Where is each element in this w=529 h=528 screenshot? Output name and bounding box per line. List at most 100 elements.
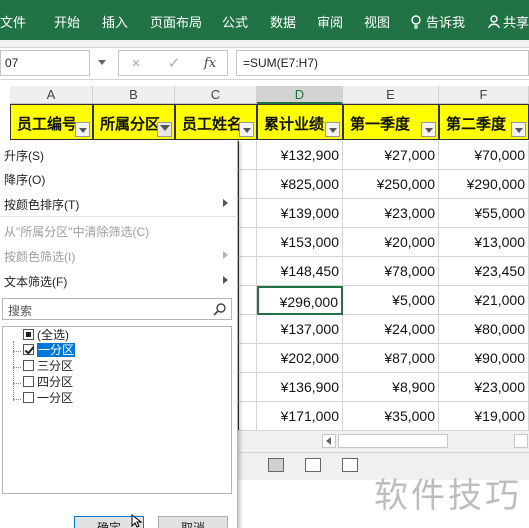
cell-d[interactable]: ¥825,000	[257, 170, 343, 199]
filter-dropdown-button[interactable]	[325, 122, 340, 137]
checkbox-unchecked[interactable]	[23, 392, 34, 403]
cell-e[interactable]: ¥5,000	[343, 286, 439, 315]
filter-active-button[interactable]	[157, 122, 172, 137]
cell-d[interactable]: ¥153,000	[257, 228, 343, 257]
tab-review[interactable]: 审阅	[317, 12, 343, 31]
checkbox-unchecked[interactable]	[23, 376, 34, 387]
header-cell-region[interactable]: 所属分区	[93, 104, 175, 140]
cell-d[interactable]: ¥171,000	[257, 402, 343, 431]
list-item[interactable]: 一分区	[23, 343, 76, 358]
cancel-formula-icon[interactable]: ×	[125, 55, 147, 73]
cell-e[interactable]: ¥20,000	[343, 228, 439, 257]
sort-descending-item[interactable]: 降序(O)	[4, 171, 45, 188]
header-cell-employee-name[interactable]: 员工姓名	[175, 104, 257, 140]
header-cell-employee-id[interactable]: 员工编号	[10, 104, 93, 140]
cell-d[interactable]: ¥136,900	[257, 373, 343, 402]
active-cell-d[interactable]: ¥296,000	[257, 286, 343, 315]
column-header-c[interactable]: C	[175, 86, 257, 104]
enter-formula-icon[interactable]: ✓	[163, 55, 185, 73]
ribbon-bar: 文件 开始 插入 页面布局 公式 数据 审阅 视图 告诉我 共享	[0, 0, 529, 40]
cell-c[interactable]	[238, 228, 257, 257]
cell-e[interactable]: ¥87,000	[343, 344, 439, 373]
column-header-d[interactable]: D	[257, 86, 343, 104]
cell-f[interactable]: ¥23,000	[439, 373, 529, 402]
cancel-button[interactable]: 取消	[158, 516, 228, 528]
cell-c[interactable]	[238, 315, 257, 344]
cell-c[interactable]	[238, 257, 257, 286]
filter-dropdown-button[interactable]	[75, 122, 90, 137]
cell-e[interactable]: ¥24,000	[343, 315, 439, 344]
tab-file[interactable]: 文件	[0, 12, 26, 31]
cell-e[interactable]: ¥23,000	[343, 199, 439, 228]
scrollbar-thumb[interactable]	[338, 434, 448, 448]
cell-e[interactable]: ¥250,000	[343, 170, 439, 199]
tab-home[interactable]: 开始	[54, 12, 80, 31]
cell-e[interactable]: ¥27,000	[343, 141, 439, 170]
cell-f[interactable]: ¥21,000	[439, 286, 529, 315]
scroll-left-icon[interactable]	[322, 434, 336, 448]
cell-c[interactable]	[238, 286, 257, 315]
cell-d[interactable]: ¥139,000	[257, 199, 343, 228]
cell-f[interactable]: ¥90,000	[439, 344, 529, 373]
scroll-right-icon[interactable]	[514, 434, 528, 448]
filter-by-color-item[interactable]: 按颜色筛选(I)	[4, 248, 75, 265]
checkbox-unchecked[interactable]	[23, 360, 34, 371]
column-header-b[interactable]: B	[93, 86, 175, 104]
checkbox-checked[interactable]	[23, 344, 34, 355]
filter-dropdown-button[interactable]	[239, 122, 254, 137]
cell-f[interactable]: ¥80,000	[439, 315, 529, 344]
name-box-dropdown-icon[interactable]	[98, 60, 106, 65]
cell-f[interactable]: ¥55,000	[439, 199, 529, 228]
share-button[interactable]: 共享	[488, 12, 529, 31]
column-header-e[interactable]: E	[343, 86, 439, 104]
filter-dropdown-button[interactable]	[421, 122, 436, 137]
tab-data[interactable]: 数据	[270, 12, 296, 31]
cell-d[interactable]: ¥137,000	[257, 315, 343, 344]
tab-formulas[interactable]: 公式	[222, 12, 248, 31]
list-item[interactable]: 三分区	[23, 360, 73, 374]
clear-filter-item[interactable]: 从"所属分区"中清除筛选(C)	[4, 223, 149, 240]
formula-input[interactable]: =SUM(E7:H7)	[236, 50, 529, 76]
cell-c[interactable]	[238, 373, 257, 402]
list-item-select-all[interactable]: (全选)	[23, 329, 69, 343]
list-item[interactable]: 四分区	[23, 376, 73, 390]
cell-c[interactable]	[238, 402, 257, 431]
tab-page-layout[interactable]: 页面布局	[150, 12, 202, 31]
filter-search-input[interactable]: 搜索	[2, 298, 232, 320]
cell-f[interactable]: ¥23,450	[439, 257, 529, 286]
list-item-label: 一分区	[37, 343, 76, 357]
cell-f[interactable]: ¥70,000	[439, 141, 529, 170]
filter-dropdown-button[interactable]	[511, 122, 526, 137]
cell-c[interactable]	[238, 344, 257, 373]
cell-f[interactable]: ¥13,000	[439, 228, 529, 257]
list-item[interactable]: 一分区	[23, 392, 73, 406]
header-cell-total-sales[interactable]: 累计业绩	[257, 104, 343, 140]
cell-d[interactable]: ¥132,900	[257, 141, 343, 170]
cell-f[interactable]: ¥290,000	[439, 170, 529, 199]
page-break-view-icon[interactable]	[342, 458, 358, 472]
normal-view-icon[interactable]	[268, 458, 284, 472]
checkbox-mixed[interactable]	[23, 329, 34, 340]
text-filters-item[interactable]: 文本筛选(F)	[4, 273, 67, 290]
cell-c[interactable]	[238, 141, 257, 170]
cell-e[interactable]: ¥35,000	[343, 402, 439, 431]
cell-c[interactable]	[238, 170, 257, 199]
tab-insert[interactable]: 插入	[102, 12, 128, 31]
cell-d[interactable]: ¥148,450	[257, 257, 343, 286]
cell-f[interactable]: ¥19,000	[439, 402, 529, 431]
header-cell-q1[interactable]: 第一季度	[343, 104, 439, 140]
sort-ascending-item[interactable]: 升序(S)	[4, 147, 44, 164]
tell-me-button[interactable]: 告诉我	[410, 12, 465, 31]
tab-view[interactable]: 视图	[364, 12, 390, 31]
cell-e[interactable]: ¥8,900	[343, 373, 439, 402]
insert-function-icon[interactable]: fx	[199, 55, 221, 73]
page-layout-view-icon[interactable]	[305, 458, 321, 472]
cell-e[interactable]: ¥78,000	[343, 257, 439, 286]
column-header-f[interactable]: F	[439, 86, 529, 104]
name-box[interactable]: 07	[0, 50, 90, 76]
column-header-a[interactable]: A	[10, 86, 93, 104]
header-cell-q2[interactable]: 第二季度	[439, 104, 529, 140]
cell-d[interactable]: ¥202,000	[257, 344, 343, 373]
cell-c[interactable]	[238, 199, 257, 228]
sort-by-color-item[interactable]: 按颜色排序(T)	[4, 196, 79, 213]
